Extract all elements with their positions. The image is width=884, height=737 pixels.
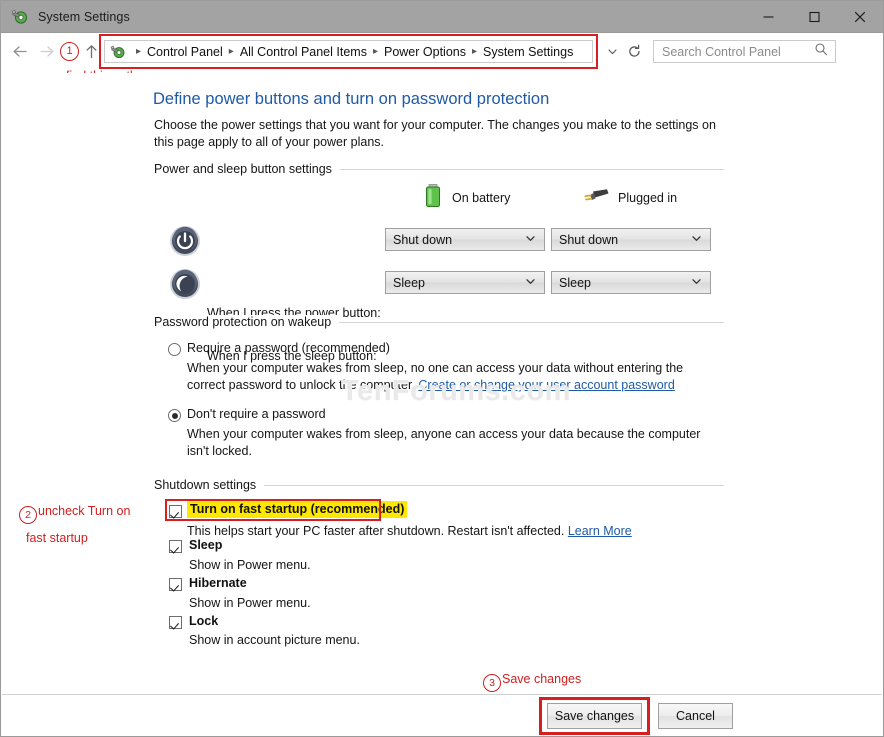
watermark: TenForums.com [341,375,571,408]
select-sleep-plugged-in[interactable]: Sleep [551,271,711,294]
breadcrumb-separator[interactable]: ▸ [229,46,234,57]
select-value: Sleep [393,276,525,290]
window-title: System Settings [38,10,130,24]
radio-require-password[interactable]: Require a password (recommended) [168,341,688,357]
label-lock: Lock [189,614,218,628]
chevron-down-icon[interactable] [601,40,623,63]
search-icon[interactable] [814,42,828,61]
system-settings-icon [110,44,126,60]
annotation-save-changes: 3Save changes [483,672,581,692]
forward-arrow-icon[interactable] [33,33,59,70]
label-sleep: Sleep [189,538,222,552]
window-controls [745,1,883,32]
group-header-shutdown: Shutdown settings [154,478,264,492]
power-plug-icon [583,187,611,212]
close-icon[interactable] [837,1,883,32]
annotation-marker-1: 1 [60,42,79,61]
system-settings-window: System Settings 1 [0,0,884,737]
address-bar[interactable]: ▸ Control Panel ▸ All Control Panel Item… [104,40,593,63]
desc-sleep: Show in Power menu. [189,557,589,574]
title-bar: System Settings [1,1,883,33]
breadcrumb-separator: ▸ [136,46,141,57]
breadcrumb-system-settings[interactable]: System Settings [483,45,573,59]
breadcrumb-all-control-panel-items[interactable]: All Control Panel Items [240,45,367,59]
label-fast-startup: Turn on fast startup (recommended) [187,502,407,516]
annotation-uncheck-line2: fast startup [26,531,88,545]
group-header-password-protection: Password protection on wakeup [154,315,339,329]
desc-hibernate: Show in Power menu. [189,595,589,612]
minimize-icon[interactable] [745,1,791,32]
chevron-down-icon [525,231,536,249]
group-header-power-sleep: Power and sleep button settings [154,162,340,176]
checkbox-fast-startup[interactable] [169,505,182,518]
chevron-down-icon [691,274,702,292]
cancel-button[interactable]: Cancel [658,703,733,729]
desc-lock: Show in account picture menu. [189,632,589,649]
breadcrumb-control-panel[interactable]: Control Panel [147,45,223,59]
page-title: Define power buttons and turn on passwor… [153,90,549,109]
annotation-text: Save changes [502,672,581,686]
refresh-icon[interactable] [623,40,645,63]
chevron-down-icon [691,231,702,249]
checkbox-sleep[interactable] [169,540,182,553]
checkbox-hibernate[interactable] [169,578,182,591]
radio-button[interactable] [168,409,181,422]
save-changes-button[interactable]: Save changes [547,703,642,729]
highlighted-text: Turn on fast startup (recommended) [187,501,407,518]
link-learn-more[interactable]: Learn More [568,524,632,538]
breadcrumb-separator[interactable]: ▸ [472,46,477,57]
search-input[interactable]: Search Control Panel [653,40,836,63]
maximize-icon[interactable] [791,1,837,32]
power-button-icon [169,225,201,262]
breadcrumb-separator[interactable]: ▸ [373,46,378,57]
select-value: Shut down [393,233,525,247]
desc-fast-startup: This helps start your PC faster after sh… [187,523,717,540]
desc-dont-require-password: When your computer wakes from sleep, any… [187,426,707,460]
up-arrow-icon[interactable] [81,33,101,70]
select-power-plugged-in[interactable]: Shut down [551,228,711,251]
annotation-marker-2: 2 [19,506,37,524]
search-placeholder: Search Control Panel [662,45,814,59]
select-sleep-on-battery[interactable]: Sleep [385,271,545,294]
radio-dont-require-password[interactable]: Don't require a password [168,407,688,423]
select-power-on-battery[interactable]: Shut down [385,228,545,251]
system-settings-icon [11,8,29,26]
breadcrumb-power-options[interactable]: Power Options [384,45,466,59]
select-value: Sleep [559,276,691,290]
column-header-on-battery: On battery [452,191,510,205]
radio-label: Require a password (recommended) [187,341,390,355]
back-arrow-icon[interactable] [7,33,33,70]
select-value: Shut down [559,233,691,247]
annotation-marker-3: 3 [483,674,501,692]
address-bar-wrapper: ▸ Control Panel ▸ All Control Panel Item… [104,40,593,63]
content-area: Define power buttons and turn on passwor… [1,73,883,736]
checkbox-lock[interactable] [169,616,182,629]
radio-button[interactable] [168,343,181,356]
label-hibernate: Hibernate [189,576,247,590]
page-intro: Choose the power settings that you want … [154,117,724,151]
battery-icon [422,183,444,214]
desc-text: This helps start your PC faster after sh… [187,524,568,538]
annotation-uncheck-line1: 2uncheck Turn on [19,504,130,524]
sleep-moon-icon [169,268,201,305]
annotation-text: uncheck Turn on [38,504,130,518]
radio-label: Don't require a password [187,407,326,421]
column-header-plugged-in: Plugged in [618,191,677,205]
chevron-down-icon [525,274,536,292]
footer-divider [2,694,882,695]
navigation-bar: 1 ▸ Control Panel ▸ A [1,33,883,70]
